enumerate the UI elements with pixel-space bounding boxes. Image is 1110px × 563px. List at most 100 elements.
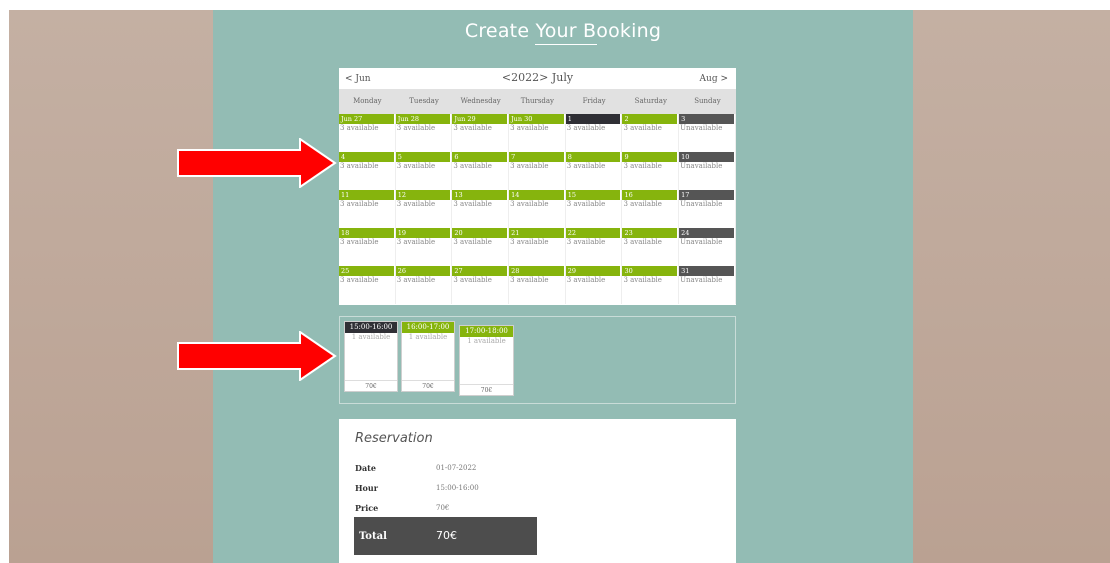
day-availability: Unavailable <box>680 200 723 208</box>
day-number: Jun 29 <box>452 114 508 124</box>
day-number: 14 <box>509 190 564 200</box>
reservation-summary: Reservation Date 01-07-2022 Hour 15:00-1… <box>339 419 736 563</box>
day-number: 16 <box>622 190 678 200</box>
day-number: 18 <box>339 228 394 238</box>
calendar-day[interactable]: 20 3 available <box>452 228 510 266</box>
calendar-day[interactable]: 28 3 available <box>509 266 566 304</box>
calendar-day[interactable]: 63 available <box>452 152 510 190</box>
day-availability: 3 available <box>623 200 662 208</box>
hour-slot[interactable]: 17:00-18:00 1 available 70€ <box>459 325 514 396</box>
day-number: 25 <box>339 266 394 276</box>
current-month-label[interactable]: <2022> July <box>339 71 736 84</box>
calendar-day[interactable]: Jun 30 3 available <box>509 114 566 152</box>
calendar: < Jun <2022> July Aug > Monday Tuesday Wed… <box>339 68 736 305</box>
calendar-week: 11 3 available 12 3 available 13 3 available 1… <box>339 190 736 228</box>
calendar-day[interactable]: 43 available <box>339 152 396 190</box>
day-availability: 3 available <box>566 238 606 246</box>
calendar-day[interactable]: 23 3 available <box>622 228 680 266</box>
calendar-day[interactable]: 22 3 available <box>565 228 623 266</box>
day-availability: 3 available <box>340 162 379 170</box>
calendar-week: 18 3 available 19 3 available 20 3 available 2… <box>339 228 736 266</box>
calendar-day[interactable]: Jun 29 3 available <box>452 114 510 152</box>
calendar-day[interactable]: 73 available <box>509 152 566 190</box>
left-decorative-panel <box>9 10 213 563</box>
calendar-day[interactable]: 53 available <box>395 152 453 190</box>
calendar-day[interactable]: 93 available <box>622 152 680 190</box>
weekday-header: Monday Tuesday Wednesday Thursday Friday Satu… <box>339 89 736 114</box>
calendar-day[interactable]: 13 3 available <box>452 190 510 228</box>
day-number: 29 <box>565 266 621 276</box>
calendar-day[interactable]: 13 available <box>565 114 623 152</box>
calendar-day[interactable]: 26 3 available <box>395 266 453 304</box>
hour-slot-time: 15:00-16:00 <box>345 322 397 333</box>
calendar-day: 17 Unavailable <box>679 190 736 228</box>
day-availability: 3 available <box>396 200 436 208</box>
weekday-sunday: Sunday <box>694 97 721 105</box>
calendar-day[interactable]: 29 3 available <box>565 266 623 304</box>
calendar-day[interactable]: 15 3 available <box>565 190 623 228</box>
day-availability: 3 available <box>510 162 549 170</box>
weekday-wednesday: Wednesday <box>460 97 501 105</box>
day-number: 1 <box>565 114 621 124</box>
calendar-day[interactable]: 16 3 available <box>622 190 680 228</box>
day-number: 17 <box>679 190 734 200</box>
day-availability: Unavailable <box>680 276 723 284</box>
day-availability: 3 available <box>396 238 436 246</box>
hour-slot-price: 70€ <box>345 380 397 391</box>
hour-slot[interactable]: 15:00-16:00 1 available 70€ <box>344 321 398 392</box>
total-label: Total <box>359 531 387 542</box>
day-number: 10 <box>679 152 734 162</box>
next-month-link[interactable]: Aug > <box>700 74 728 84</box>
day-availability: 3 available <box>623 276 662 284</box>
day-number: 22 <box>565 228 621 238</box>
hour-slot-availability: 1 available <box>467 337 506 345</box>
calendar-day[interactable]: 19 3 available <box>395 228 453 266</box>
hour-slot-availability: 1 available <box>408 333 448 341</box>
day-number: 30 <box>622 266 678 276</box>
day-number: 3 <box>679 114 734 124</box>
date-label: Date <box>355 463 376 473</box>
calendar-day[interactable]: 83 available <box>565 152 623 190</box>
calendar-week: Jun 27 3 available Jun 28 3 available Jun 29… <box>339 114 736 152</box>
calendar-day[interactable]: 12 3 available <box>395 190 453 228</box>
calendar-day[interactable]: Jun 28 3 available <box>395 114 453 152</box>
calendar-nav: < Jun <2022> July Aug > <box>339 68 736 89</box>
calendar-day: 3 Unavailable <box>679 114 736 152</box>
calendar-day[interactable]: 23 available <box>622 114 680 152</box>
day-number: 11 <box>339 190 394 200</box>
day-availability: 3 available <box>510 124 549 132</box>
calendar-day[interactable]: 14 3 available <box>509 190 566 228</box>
day-availability: 3 available <box>510 276 549 284</box>
day-availability: 3 available <box>510 238 549 246</box>
calendar-week: 25 3 available 26 3 available 27 3 available 2… <box>339 266 736 304</box>
day-availability: 3 available <box>340 276 379 284</box>
calendar-day[interactable]: 21 3 available <box>509 228 566 266</box>
day-number: 27 <box>452 266 508 276</box>
hour-slot[interactable]: 16:00-17:00 1 available 70€ <box>401 321 455 392</box>
calendar-day[interactable]: Jun 27 3 available <box>339 114 396 152</box>
day-number: 26 <box>395 266 451 276</box>
day-number: 15 <box>565 190 621 200</box>
day-availability: 3 available <box>623 124 662 132</box>
day-availability: 3 available <box>340 200 379 208</box>
calendar-grid: Jun 27 3 available Jun 28 3 available Jun 29… <box>339 114 736 304</box>
day-availability: Unavailable <box>680 124 723 132</box>
day-number: 13 <box>452 190 508 200</box>
calendar-day[interactable]: 27 3 available <box>452 266 510 304</box>
total-value: 70€ <box>436 529 457 542</box>
day-number: 28 <box>509 266 564 276</box>
calendar-day[interactable]: 18 3 available <box>339 228 396 266</box>
page-title: Create Your Booking <box>464 20 662 42</box>
day-availability: 3 available <box>566 200 606 208</box>
day-number: 8 <box>565 152 621 162</box>
calendar-day[interactable]: 30 3 available <box>622 266 680 304</box>
calendar-day[interactable]: 25 3 available <box>339 266 396 304</box>
calendar-day[interactable]: 11 3 available <box>339 190 396 228</box>
day-number: 2 <box>622 114 678 124</box>
calendar-day: 24 Unavailable <box>679 228 736 266</box>
day-availability: 3 available <box>396 124 436 132</box>
day-availability: 3 available <box>396 276 436 284</box>
day-availability: Unavailable <box>680 162 723 170</box>
day-availability: 3 available <box>453 238 492 246</box>
weekday-thursday: Thursday <box>520 97 555 105</box>
